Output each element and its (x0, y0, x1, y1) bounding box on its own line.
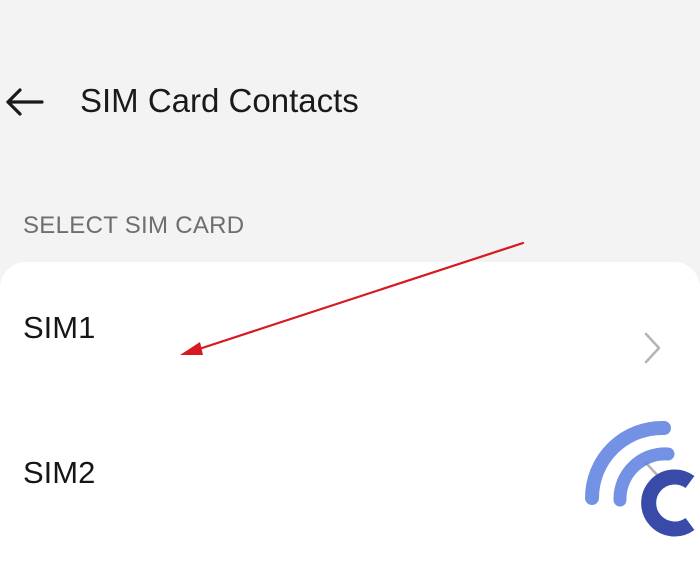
page-title: SIM Card Contacts (80, 82, 359, 119)
sim2-row[interactable]: SIM2 (0, 407, 700, 547)
section-label: SELECT SIM CARD (23, 212, 245, 239)
sim2-label: SIM2 (23, 455, 96, 490)
arrow-left-icon (6, 88, 44, 116)
app-header: SIM Card Contacts (0, 60, 700, 144)
sim1-label: SIM1 (23, 310, 96, 345)
back-button[interactable] (0, 78, 60, 126)
chevron-right-icon (644, 461, 661, 493)
sim1-row[interactable]: SIM1 (0, 262, 700, 402)
chevron-right-icon (644, 332, 661, 364)
sim-card-list: SIM1 SIM2 (0, 262, 700, 562)
